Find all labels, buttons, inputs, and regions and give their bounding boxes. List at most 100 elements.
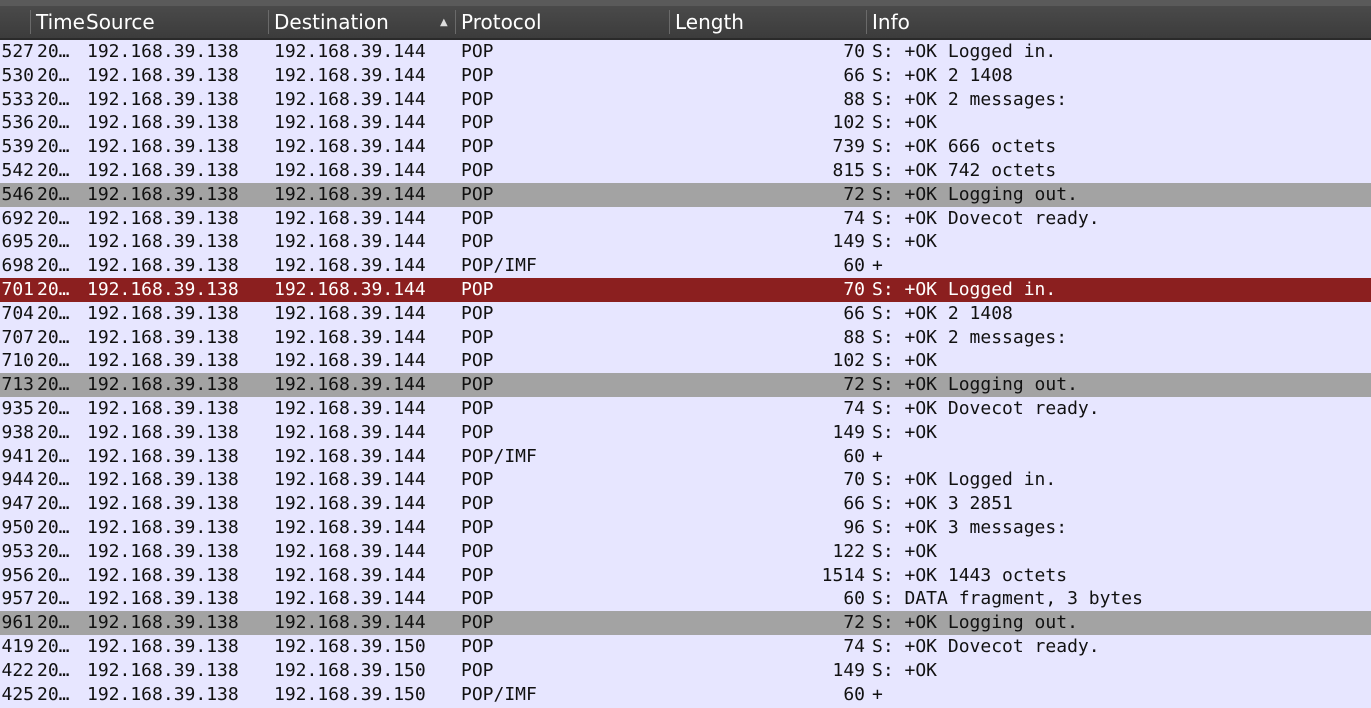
packet-time: 20… — [37, 64, 70, 86]
packet-info: S: +OK — [872, 112, 938, 134]
packet-number: 707 — [1, 326, 34, 348]
packet-number: 539 — [1, 136, 34, 158]
packet-protocol: POP — [461, 588, 494, 610]
packet-time: 20… — [37, 302, 70, 324]
packet-row[interactable]: 698 20… 192.168.39.138 192.168.39.144 POP/IM… — [0, 254, 1371, 278]
packet-row[interactable]: 701 20… 192.168.39.138 192.168.39.144 POP 70 S… — [0, 277, 1371, 302]
packet-source: 192.168.39.138 — [87, 374, 239, 396]
packet-length: 60 — [843, 255, 865, 277]
column-separator[interactable] — [30, 10, 31, 34]
packet-source: 192.168.39.138 — [87, 302, 239, 324]
packet-protocol: POP — [461, 493, 494, 515]
packet-protocol: POP — [461, 112, 494, 134]
packet-row[interactable]: 530 20… 192.168.39.138 192.168.39.144 POP 66 S… — [0, 64, 1371, 88]
packet-length: 149 — [832, 231, 865, 253]
column-header-time[interactable]: Time — [36, 6, 85, 38]
packet-number: 935 — [1, 397, 34, 419]
packet-destination: 192.168.39.144 — [274, 255, 426, 277]
packet-row[interactable]: 422 20… 192.168.39.138 192.168.39.150 POP 149… — [0, 659, 1371, 683]
packet-info: S: +OK 2 messages: — [872, 326, 1068, 348]
packet-row[interactable]: 542 20… 192.168.39.138 192.168.39.144 POP 815… — [0, 159, 1371, 183]
packet-protocol: POP — [461, 397, 494, 419]
packet-source: 192.168.39.138 — [87, 88, 239, 110]
packet-number: 957 — [1, 588, 34, 610]
packet-row[interactable]: 935 20… 192.168.39.138 192.168.39.144 POP 74 S… — [0, 397, 1371, 421]
packet-row[interactable]: 956 20… 192.168.39.138 192.168.39.144 POP 151… — [0, 564, 1371, 588]
packet-number: 533 — [1, 88, 34, 110]
packet-time: 20… — [37, 445, 70, 467]
packet-protocol: POP — [461, 350, 494, 372]
packet-row[interactable]: 536 20… 192.168.39.138 192.168.39.144 POP 102… — [0, 111, 1371, 135]
packet-length: 815 — [832, 159, 865, 181]
packet-source: 192.168.39.138 — [87, 635, 239, 657]
packet-info: S: +OK — [872, 659, 938, 681]
column-header-source[interactable]: Source — [86, 6, 155, 38]
packet-row[interactable]: 546 20… 192.168.39.138 192.168.39.144 POP 72 S… — [0, 182, 1371, 207]
packet-protocol: POP — [461, 159, 494, 181]
packet-row[interactable]: 695 20… 192.168.39.138 192.168.39.144 POP 149… — [0, 230, 1371, 254]
packet-row[interactable]: 961 20… 192.168.39.138 192.168.39.144 POP 72 S… — [0, 611, 1371, 635]
packet-number: 419 — [1, 635, 34, 657]
packet-time: 20… — [37, 207, 70, 229]
packet-number: 701 — [1, 278, 34, 300]
packet-number: 950 — [1, 516, 34, 538]
packet-source: 192.168.39.138 — [87, 183, 239, 205]
packet-row[interactable]: 950 20… 192.168.39.138 192.168.39.144 POP 96 S… — [0, 516, 1371, 540]
packet-row[interactable]: 692 20… 192.168.39.138 192.168.39.144 POP 74 S… — [0, 207, 1371, 231]
packet-source: 192.168.39.138 — [87, 136, 239, 158]
packet-info: + — [872, 255, 883, 277]
column-separator[interactable] — [669, 10, 670, 34]
packet-info: S: +OK Logged in. — [872, 41, 1057, 62]
packet-source: 192.168.39.138 — [87, 683, 239, 705]
packet-row[interactable]: 713 20… 192.168.39.138 192.168.39.144 POP 72 S… — [0, 373, 1371, 397]
column-separator[interactable] — [866, 10, 867, 34]
column-header-protocol[interactable]: Protocol — [461, 6, 542, 38]
packet-row[interactable]: 533 20… 192.168.39.138 192.168.39.144 POP 88 S… — [0, 88, 1371, 112]
packet-row[interactable]: 527 20… 192.168.39.138 192.168.39.144 POP 70 S… — [0, 40, 1371, 64]
packet-protocol: POP — [461, 302, 494, 324]
packet-source: 192.168.39.138 — [87, 516, 239, 538]
column-header-info[interactable]: Info — [872, 6, 910, 38]
packet-time: 20… — [37, 112, 70, 134]
column-separator[interactable] — [268, 10, 269, 34]
packet-row[interactable]: 944 20… 192.168.39.138 192.168.39.144 POP 70 S… — [0, 468, 1371, 492]
packet-row[interactable]: 953 20… 192.168.39.138 192.168.39.144 POP 122… — [0, 540, 1371, 564]
packet-protocol: POP/IMF — [461, 255, 537, 277]
packet-protocol: POP — [461, 183, 494, 205]
packet-source: 192.168.39.138 — [87, 64, 239, 86]
packet-number: 546 — [1, 183, 34, 205]
packet-protocol: POP — [461, 278, 494, 300]
packet-source: 192.168.39.138 — [87, 207, 239, 229]
column-header-destination[interactable]: Destination — [274, 6, 389, 38]
packet-row[interactable]: 425 20… 192.168.39.138 192.168.39.150 POP/IM… — [0, 683, 1371, 707]
column-separator[interactable] — [455, 10, 456, 34]
packet-protocol: POP — [461, 564, 494, 586]
packet-destination: 192.168.39.144 — [274, 564, 426, 586]
packet-destination: 192.168.39.144 — [274, 493, 426, 515]
packet-time: 20… — [37, 683, 70, 705]
packet-number: 527 — [1, 41, 34, 62]
packet-time: 20… — [37, 612, 70, 634]
packet-row[interactable]: 941 20… 192.168.39.138 192.168.39.144 POP/IM… — [0, 445, 1371, 469]
packet-length: 60 — [843, 588, 865, 610]
packet-row[interactable]: 419 20… 192.168.39.138 192.168.39.150 POP 74 S… — [0, 635, 1371, 659]
packet-row[interactable]: 707 20… 192.168.39.138 192.168.39.144 POP 88 S… — [0, 326, 1371, 350]
packet-info: S: +OK — [872, 421, 938, 443]
packet-row[interactable]: 957 20… 192.168.39.138 192.168.39.144 POP 60 S… — [0, 587, 1371, 611]
packet-protocol: POP — [461, 207, 494, 229]
packet-row[interactable]: 947 20… 192.168.39.138 192.168.39.144 POP 66 S… — [0, 492, 1371, 516]
packet-row[interactable]: 710 20… 192.168.39.138 192.168.39.144 POP 102… — [0, 349, 1371, 373]
packet-time: 20… — [37, 136, 70, 158]
packet-row[interactable]: 539 20… 192.168.39.138 192.168.39.144 POP 739… — [0, 135, 1371, 159]
packet-time: 20… — [37, 493, 70, 515]
packet-source: 192.168.39.138 — [87, 540, 239, 562]
packet-row[interactable]: 704 20… 192.168.39.138 192.168.39.144 POP 66 S… — [0, 302, 1371, 326]
packet-number: 941 — [1, 445, 34, 467]
packet-protocol: POP — [461, 469, 494, 491]
packet-destination: 192.168.39.144 — [274, 278, 426, 300]
column-header-length[interactable]: Length — [675, 6, 744, 38]
packet-number: 692 — [1, 207, 34, 229]
packet-length: 74 — [843, 207, 865, 229]
packet-number: 530 — [1, 64, 34, 86]
packet-row[interactable]: 938 20… 192.168.39.138 192.168.39.144 POP 149… — [0, 421, 1371, 445]
